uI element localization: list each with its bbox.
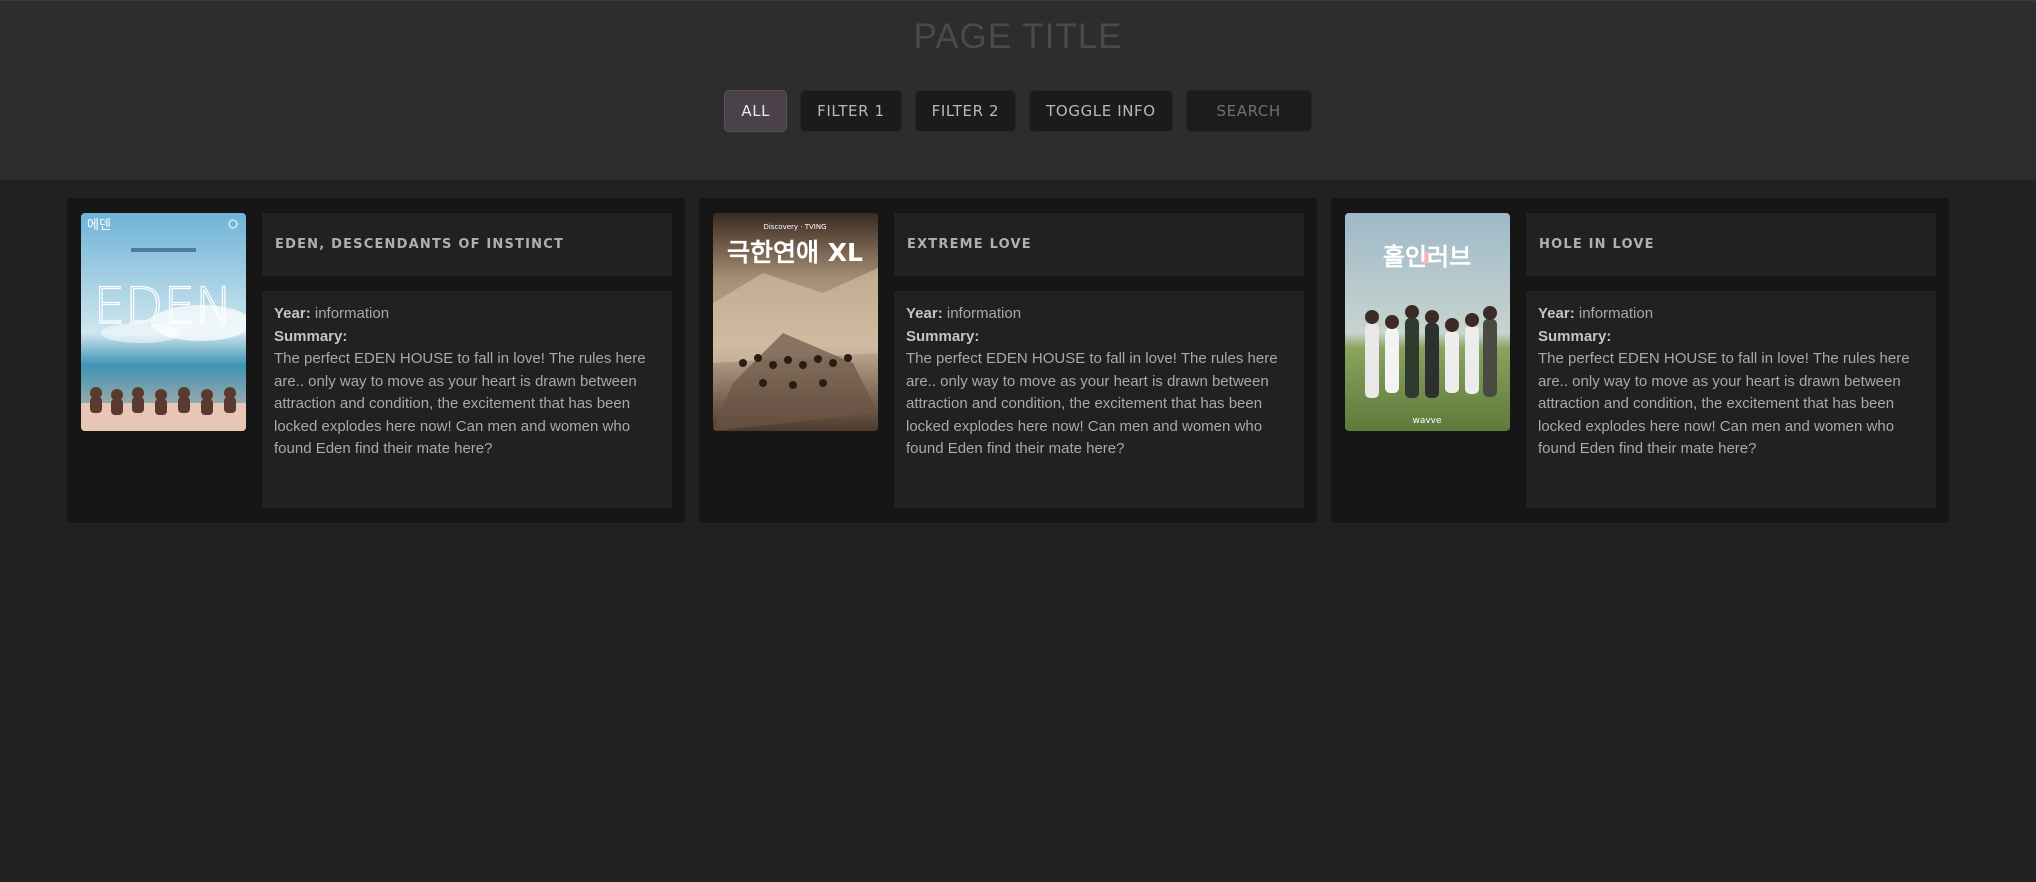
header: PAGE TITLE ALL FILTER 1 FILTER 2 TOGGLE …: [0, 0, 2036, 180]
summary-text: The perfect EDEN HOUSE to fall in love! …: [1538, 350, 1910, 457]
page-title: PAGE TITLE: [913, 17, 1123, 56]
year-label: Year:: [1538, 305, 1575, 322]
year-label: Year:: [906, 305, 943, 322]
toggle-info-button[interactable]: TOGGLE INFO: [1029, 90, 1173, 132]
card-title: HOLE IN LOVE: [1526, 213, 1936, 276]
year-line: Year: information: [274, 303, 660, 326]
year-value: information: [942, 305, 1022, 322]
filter-all-button[interactable]: ALL: [724, 90, 788, 132]
filter-1-button[interactable]: FILTER 1: [800, 90, 902, 132]
card-info: Year: information Summary: The perfect E…: [1526, 291, 1936, 508]
card-grid: EDEN 에덴 EDEN, DESCENDANTS OF INSTINCT Ye…: [67, 198, 1949, 523]
poster-title: EDEN: [93, 277, 232, 335]
svg-text:Discovery · TVING: Discovery · TVING: [763, 223, 826, 231]
summary-label: Summary:: [1538, 327, 1612, 345]
search-input[interactable]: [1185, 90, 1312, 132]
show-card[interactable]: EDEN 에덴 EDEN, DESCENDANTS OF INSTINCT Ye…: [67, 198, 685, 523]
svg-text:wavve: wavve: [1412, 416, 1442, 426]
year-label: Year:: [274, 305, 311, 322]
poster-image[interactable]: Discovery · TVING 극한연애 XL: [713, 213, 878, 431]
card-title: EDEN, DESCENDANTS OF INSTINCT: [262, 213, 672, 276]
poster-title: 극한연애 XL: [727, 238, 863, 267]
poster-image[interactable]: EDEN 에덴: [81, 213, 246, 431]
filter-bar: ALL FILTER 1 FILTER 2 TOGGLE INFO: [0, 90, 2036, 132]
filter-2-button[interactable]: FILTER 2: [914, 90, 1017, 132]
show-card[interactable]: Discovery · TVING 극한연애 XL EXTREME LOVE Y…: [699, 198, 1317, 523]
summary-text: The perfect EDEN HOUSE to fall in love! …: [906, 350, 1278, 457]
summary-text: The perfect EDEN HOUSE to fall in love! …: [274, 350, 646, 457]
card-info: Year: information Summary: The perfect E…: [894, 291, 1304, 508]
year-value: information: [1574, 305, 1654, 322]
card-title: EXTREME LOVE: [894, 213, 1304, 276]
year-line: Year: information: [1538, 303, 1924, 326]
svg-text:에덴: 에덴: [87, 218, 111, 233]
year-line: Year: information: [906, 303, 1292, 326]
year-value: information: [310, 305, 390, 322]
poster-image[interactable]: 홀인러브 wavve: [1345, 213, 1510, 431]
show-card[interactable]: 홀인러브 wavve HOLE IN LOVE Year: informatio…: [1331, 198, 1949, 523]
poster-title: 홀인러브: [1383, 243, 1471, 271]
summary-label: Summary:: [274, 327, 348, 345]
summary-label: Summary:: [906, 327, 980, 345]
card-info: Year: information Summary: The perfect E…: [262, 291, 672, 508]
